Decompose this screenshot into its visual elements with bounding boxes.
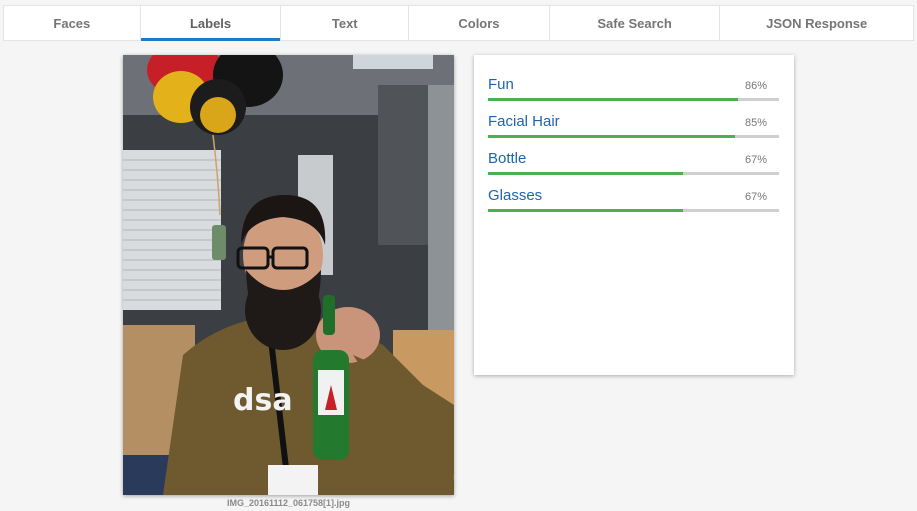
score-bar-fill	[488, 172, 683, 175]
labels-panel: Fun 86% Facial Hair 85% Bottle 67% Glass…	[474, 55, 794, 375]
score-bar-fill	[488, 209, 683, 212]
score-bar-track	[488, 172, 779, 175]
score-bar-track	[488, 135, 779, 138]
label-item-glasses: Glasses 67%	[488, 187, 779, 219]
tab-safe-search[interactable]: Safe Search	[550, 6, 721, 40]
photo-illustration: dsa	[123, 55, 454, 495]
label-score: 86%	[744, 80, 767, 92]
tab-json-response[interactable]: JSON Response	[720, 6, 913, 40]
label-name: Fun	[488, 76, 514, 93]
label-name: Glasses	[488, 187, 543, 204]
label-name: Facial Hair	[488, 113, 560, 130]
score-bar-track	[488, 209, 779, 212]
score-bar-track	[488, 98, 779, 101]
svg-text:dsa: dsa	[233, 383, 293, 418]
tab-bar: Faces Labels Text Colors Safe Search JSO…	[3, 5, 914, 41]
tab-colors[interactable]: Colors	[409, 6, 550, 40]
label-name: Bottle	[488, 150, 527, 167]
label-score: 67%	[744, 154, 767, 166]
label-item-bottle: Bottle 67%	[488, 150, 779, 182]
score-bar-fill	[488, 98, 739, 101]
image-filename: IMG_20161112_061758[1].jpg	[226, 498, 351, 508]
tab-labels[interactable]: Labels	[140, 6, 282, 41]
analyzed-photo: dsa	[123, 55, 454, 495]
tab-faces[interactable]: Faces	[4, 6, 141, 40]
score-bar-fill	[488, 135, 736, 138]
label-item-fun: Fun 86%	[488, 76, 779, 108]
label-score: 67%	[744, 191, 767, 203]
tab-text[interactable]: Text	[281, 6, 410, 40]
label-score: 85%	[744, 117, 767, 129]
label-item-facial-hair: Facial Hair 85%	[488, 113, 779, 145]
